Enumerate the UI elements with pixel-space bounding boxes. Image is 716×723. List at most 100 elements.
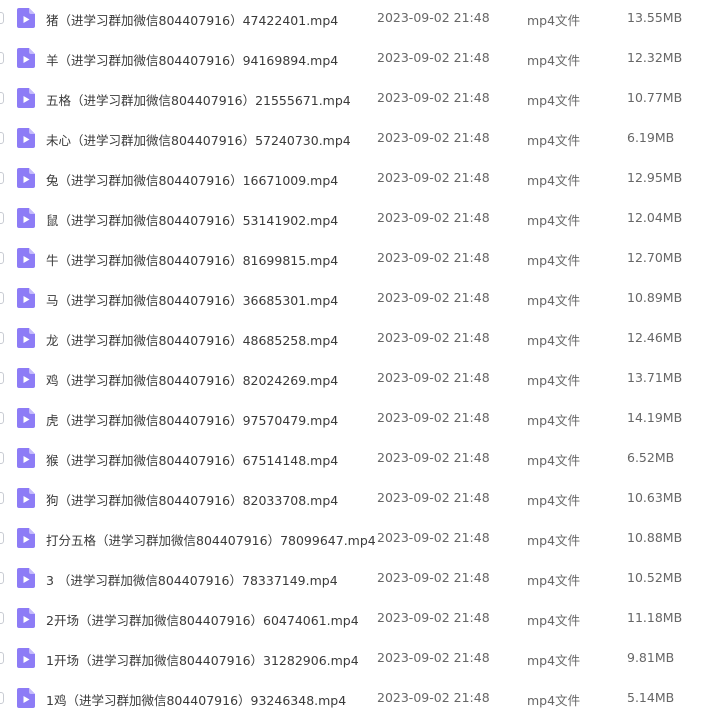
file-size: 10.88MB (627, 530, 683, 545)
file-name[interactable]: 狗（进学习群加微信804407916）82033708.mp4 (46, 490, 338, 509)
file-row[interactable]: 鼠（进学习群加微信804407916）53141902.mp4 2023-09-0… (0, 200, 716, 240)
file-row[interactable]: 1开场（进学习群加微信804407916）31282906.mp4 2023-09… (0, 640, 716, 680)
file-size: 11.18MB (627, 610, 683, 625)
file-name[interactable]: 羊（进学习群加微信804407916）94169894.mp4 (46, 50, 338, 69)
file-name[interactable]: 3 （进学习群加微信804407916）78337149.mp4 (46, 570, 338, 589)
file-name[interactable]: 未心（进学习群加微信804407916）57240730.mp4 (46, 130, 351, 149)
file-row[interactable]: 狗（进学习群加微信804407916）82033708.mp4 2023-09-0… (0, 480, 716, 520)
file-row[interactable]: 虎（进学习群加微信804407916）97570479.mp4 2023-09-0… (0, 400, 716, 440)
file-row[interactable]: 打分五格（进学习群加微信804407916）78099647.mp4 2023-0… (0, 520, 716, 560)
file-row[interactable]: 未心（进学习群加微信804407916）57240730.mp4 2023-09-… (0, 120, 716, 160)
file-name[interactable]: 虎（进学习群加微信804407916）97570479.mp4 (46, 410, 338, 429)
file-name[interactable]: 1开场（进学习群加微信804407916）31282906.mp4 (46, 650, 359, 669)
file-size: 14.19MB (627, 410, 683, 425)
video-file-icon (17, 528, 35, 548)
file-size: 13.55MB (627, 10, 683, 25)
file-type: mp4文件 (527, 333, 581, 348)
file-list: 猪（进学习群加微信804407916）47422401.mp4 2023-09-0… (0, 0, 716, 723)
file-size: 12.95MB (627, 170, 683, 185)
row-checkbox[interactable] (0, 412, 4, 424)
file-modified-date: 2023-09-02 21:48 (377, 650, 490, 665)
row-checkbox[interactable] (0, 652, 4, 664)
file-name[interactable]: 兔（进学习群加微信804407916）16671009.mp4 (46, 170, 338, 189)
file-modified-date: 2023-09-02 21:48 (377, 10, 490, 25)
row-checkbox[interactable] (0, 692, 4, 704)
row-checkbox[interactable] (0, 52, 4, 64)
file-name[interactable]: 五格（进学习群加微信804407916）21555671.mp4 (46, 90, 351, 109)
file-row[interactable]: 牛（进学习群加微信804407916）81699815.mp4 2023-09-0… (0, 240, 716, 280)
row-checkbox[interactable] (0, 92, 4, 104)
file-size: 6.52MB (627, 450, 675, 465)
file-name[interactable]: 1鸡（进学习群加微信804407916）93246348.mp4 (46, 690, 346, 709)
row-checkbox[interactable] (0, 572, 4, 584)
file-type: mp4文件 (527, 213, 581, 228)
file-modified-date: 2023-09-02 21:48 (377, 290, 490, 305)
row-checkbox[interactable] (0, 492, 4, 504)
file-row[interactable]: 羊（进学习群加微信804407916）94169894.mp4 2023-09-0… (0, 40, 716, 80)
file-modified-date: 2023-09-02 21:48 (377, 90, 490, 105)
row-checkbox[interactable] (0, 172, 4, 184)
file-modified-date: 2023-09-02 21:48 (377, 250, 490, 265)
file-modified-date: 2023-09-02 21:48 (377, 210, 490, 225)
video-file-icon (17, 488, 35, 508)
video-file-icon (17, 328, 35, 348)
video-file-icon (17, 608, 35, 628)
row-checkbox[interactable] (0, 212, 4, 224)
file-name[interactable]: 猪（进学习群加微信804407916）47422401.mp4 (46, 10, 338, 29)
file-size: 12.70MB (627, 250, 683, 265)
file-modified-date: 2023-09-02 21:48 (377, 170, 490, 185)
file-name[interactable]: 猴（进学习群加微信804407916）67514148.mp4 (46, 450, 338, 469)
file-name[interactable]: 鼠（进学习群加微信804407916）53141902.mp4 (46, 210, 338, 229)
video-file-icon (17, 648, 35, 668)
row-checkbox[interactable] (0, 252, 4, 264)
file-type: mp4文件 (527, 493, 581, 508)
file-type: mp4文件 (527, 533, 581, 548)
file-name[interactable]: 牛（进学习群加微信804407916）81699815.mp4 (46, 250, 338, 269)
row-checkbox[interactable] (0, 532, 4, 544)
row-checkbox[interactable] (0, 332, 4, 344)
file-row[interactable]: 3 （进学习群加微信804407916）78337149.mp4 2023-09-… (0, 560, 716, 600)
file-modified-date: 2023-09-02 21:48 (377, 450, 490, 465)
video-file-icon (17, 248, 35, 268)
file-size: 10.63MB (627, 490, 683, 505)
file-name[interactable]: 龙（进学习群加微信804407916）48685258.mp4 (46, 330, 338, 349)
file-name[interactable]: 鸡（进学习群加微信804407916）82024269.mp4 (46, 370, 338, 389)
video-file-icon (17, 368, 35, 388)
file-name[interactable]: 马（进学习群加微信804407916）36685301.mp4 (46, 290, 338, 309)
row-checkbox[interactable] (0, 452, 4, 464)
file-row[interactable]: 2开场（进学习群加微信804407916）60474061.mp4 2023-09… (0, 600, 716, 640)
video-file-icon (17, 448, 35, 468)
row-checkbox[interactable] (0, 12, 4, 24)
file-size: 10.89MB (627, 290, 683, 305)
row-checkbox[interactable] (0, 372, 4, 384)
file-name[interactable]: 2开场（进学习群加微信804407916）60474061.mp4 (46, 610, 359, 629)
file-modified-date: 2023-09-02 21:48 (377, 570, 490, 585)
row-checkbox[interactable] (0, 132, 4, 144)
file-size: 5.14MB (627, 690, 675, 705)
file-type: mp4文件 (527, 133, 581, 148)
file-name[interactable]: 打分五格（进学习群加微信804407916）78099647.mp4 (46, 530, 376, 549)
file-size: 6.19MB (627, 130, 675, 145)
file-row[interactable]: 五格（进学习群加微信804407916）21555671.mp4 2023-09-… (0, 80, 716, 120)
file-type: mp4文件 (527, 93, 581, 108)
file-size: 9.81MB (627, 650, 675, 665)
row-checkbox[interactable] (0, 292, 4, 304)
file-row[interactable]: 龙（进学习群加微信804407916）48685258.mp4 2023-09-0… (0, 320, 716, 360)
file-type: mp4文件 (527, 13, 581, 28)
video-file-icon (17, 8, 35, 28)
file-row[interactable]: 鸡（进学习群加微信804407916）82024269.mp4 2023-09-0… (0, 360, 716, 400)
file-modified-date: 2023-09-02 21:48 (377, 370, 490, 385)
row-checkbox[interactable] (0, 612, 4, 624)
file-row[interactable]: 猪（进学习群加微信804407916）47422401.mp4 2023-09-0… (0, 0, 716, 40)
file-row[interactable]: 马（进学习群加微信804407916）36685301.mp4 2023-09-0… (0, 280, 716, 320)
file-type: mp4文件 (527, 453, 581, 468)
file-size: 10.77MB (627, 90, 683, 105)
video-file-icon (17, 288, 35, 308)
file-modified-date: 2023-09-02 21:48 (377, 530, 490, 545)
file-row[interactable]: 猴（进学习群加微信804407916）67514148.mp4 2023-09-0… (0, 440, 716, 480)
file-type: mp4文件 (527, 373, 581, 388)
video-file-icon (17, 408, 35, 428)
file-row[interactable]: 1鸡（进学习群加微信804407916）93246348.mp4 2023-09-… (0, 680, 716, 720)
file-row[interactable]: 兔（进学习群加微信804407916）16671009.mp4 2023-09-0… (0, 160, 716, 200)
file-modified-date: 2023-09-02 21:48 (377, 330, 490, 345)
